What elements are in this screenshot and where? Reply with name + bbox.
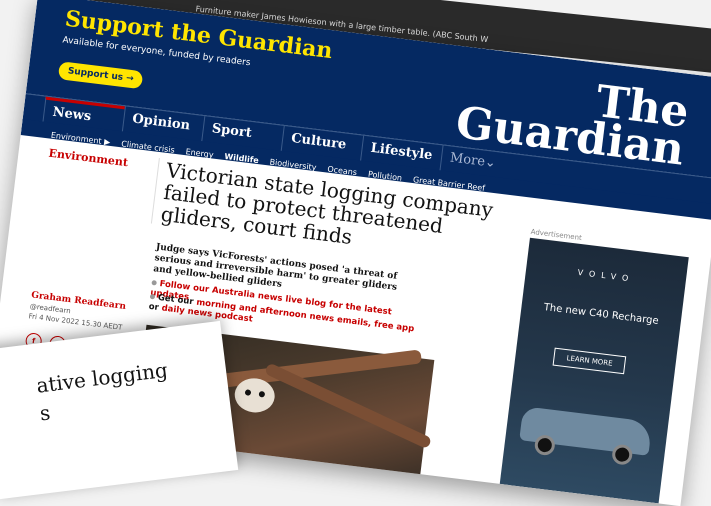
subnav-oceans[interactable]: Oceans	[327, 165, 358, 178]
subnav-biodiversity[interactable]: Biodiversity	[269, 158, 317, 173]
bullet-dot	[149, 293, 156, 300]
ad-brand: VOLVO	[577, 267, 635, 284]
section-label[interactable]: Environment	[48, 147, 129, 170]
subnav-wildlife[interactable]: Wildlife	[224, 152, 259, 165]
byline: Graham Readfearn @readfearn Fri 4 Nov 20…	[28, 290, 126, 331]
subnav-energy[interactable]: Energy	[185, 147, 214, 159]
subnav-pollution[interactable]: Pollution	[367, 170, 402, 183]
volvo-advertisement[interactable]: VOLVO The new C40 Recharge LEARN MORE	[499, 237, 689, 504]
bullet-dot	[151, 280, 157, 286]
ad-learn-more-button[interactable]: LEARN MORE	[552, 347, 627, 375]
photo-branch	[264, 362, 433, 450]
subnav-climate-crisis[interactable]: Climate crisis	[121, 139, 175, 154]
support-us-button[interactable]: Support us →	[57, 61, 144, 90]
subnav-environment[interactable]: Environment ▶	[50, 131, 110, 147]
ad-tagline: The new C40 Recharge	[543, 302, 660, 328]
sheet-headline: ative logging s	[35, 356, 173, 428]
foreground-sheet: ative logging s	[0, 320, 239, 500]
